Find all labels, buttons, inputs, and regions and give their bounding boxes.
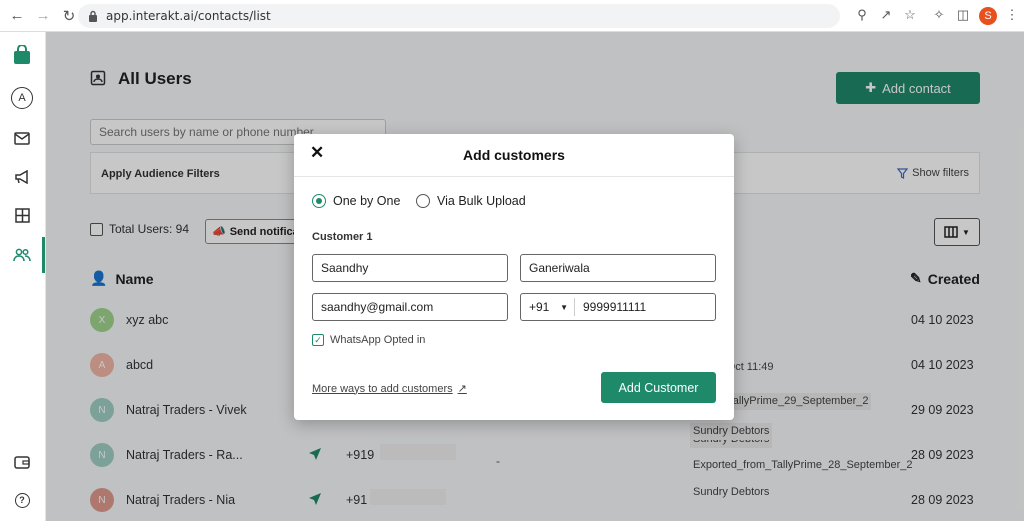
last-name-field[interactable] <box>520 254 716 282</box>
avatar-letter: A <box>11 87 33 109</box>
bulk-upload-label: Via Bulk Upload <box>437 194 526 208</box>
email-field[interactable] <box>312 293 508 321</box>
bag-icon[interactable] <box>11 44 33 66</box>
lock-icon <box>89 10 97 22</box>
more-ways-label: More ways to add customers <box>312 382 453 395</box>
address-bar[interactable]: app.interakt.ai/contacts/list <box>78 4 840 28</box>
grid-icon[interactable] <box>11 204 33 226</box>
sidebar: A ? <box>0 32 46 521</box>
external-arrow-icon: ↗ <box>457 383 467 395</box>
extensions-icon[interactable]: ✧ <box>930 6 948 24</box>
wallet-icon[interactable] <box>11 451 33 473</box>
more-ways-link[interactable]: More ways to add customers ↗ <box>312 382 467 396</box>
back-icon[interactable]: ← <box>6 5 28 27</box>
forward-icon[interactable]: → <box>32 5 54 27</box>
whatsapp-opt-in[interactable]: ✓ WhatsApp Opted in <box>312 334 425 346</box>
add-customers-modal: ✕ Add customers One by One Via Bulk Uplo… <box>294 134 734 420</box>
share-icon[interactable]: ↗ <box>877 6 895 24</box>
reload-icon[interactable]: ↻ <box>58 5 80 27</box>
megaphone-icon[interactable] <box>11 166 33 188</box>
modal-title: Add customers <box>463 147 565 163</box>
one-by-one-option[interactable]: One by One <box>312 194 400 208</box>
phone-field[interactable]: +91 ▼ 9999911111 <box>520 293 716 321</box>
side-panel-icon[interactable]: ◫ <box>954 6 972 24</box>
bulk-upload-option[interactable]: Via Bulk Upload <box>416 194 526 208</box>
one-by-one-label: One by One <box>333 194 401 208</box>
one-by-one-radio[interactable] <box>312 194 326 208</box>
customer-section-label: Customer 1 <box>312 231 373 243</box>
whatsapp-opt-in-label: WhatsApp Opted in <box>330 334 426 346</box>
help-icon[interactable]: ? <box>11 489 33 511</box>
avatar-a-icon[interactable]: A <box>11 87 33 109</box>
first-name-field[interactable] <box>312 254 508 282</box>
add-customer-button[interactable]: Add Customer <box>601 372 716 403</box>
caret-down-icon: ▼ <box>560 302 568 312</box>
mail-icon[interactable] <box>11 127 33 149</box>
key-icon[interactable]: ⚲ <box>853 6 871 24</box>
url-text: app.interakt.ai/contacts/list <box>106 9 271 23</box>
profile-avatar[interactable]: S <box>979 7 997 25</box>
users-icon[interactable] <box>11 244 33 266</box>
phone-number-value: 9999911111 <box>583 300 647 314</box>
whatsapp-opt-in-checkbox[interactable]: ✓ <box>312 334 324 346</box>
menu-dots-icon[interactable]: ⋮ <box>1003 6 1021 24</box>
bookmark-star-icon[interactable]: ☆ <box>901 6 919 24</box>
browser-toolbar: ← → ↻ app.interakt.ai/contacts/list ⚲ ↗ … <box>0 0 1024 32</box>
country-code-select[interactable]: +91 ▼ <box>521 298 575 316</box>
bulk-upload-radio[interactable] <box>416 194 430 208</box>
modal-divider <box>294 176 734 177</box>
sidebar-active-indicator <box>42 237 45 273</box>
country-code-value: +91 <box>529 300 550 314</box>
